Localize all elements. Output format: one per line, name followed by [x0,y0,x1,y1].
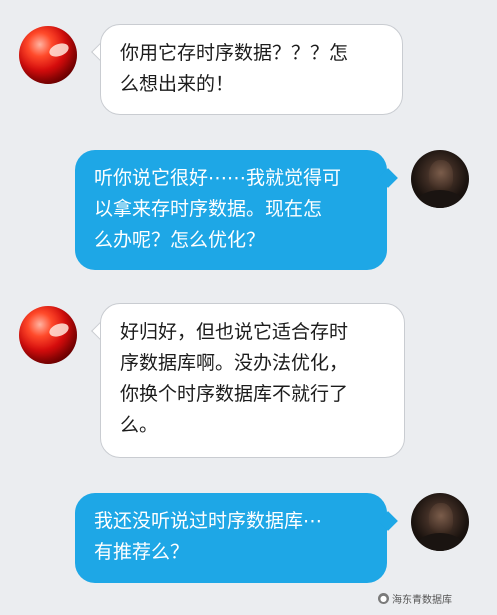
wechat-icon: ● [378,593,389,604]
message-bubble-outgoing[interactable]: 我还没听说过时序数据库⋯ 有推荐么？ [75,493,387,583]
message-text: 听你说它很好⋯⋯我就觉得可 以拿来存时序数据。现在怎 么办呢？怎么优化？ [94,167,342,251]
avatar-shine [47,320,71,340]
watermark: ● 海东青数据库 [378,591,452,606]
avatar-shoulders [417,190,463,208]
avatar-shoulders [417,533,463,551]
user-avatar[interactable] [411,493,469,551]
message-text: 我还没听说过时序数据库⋯ 有推荐么？ [94,510,323,563]
avatar-face [429,160,453,192]
message-bubble-incoming[interactable]: 好归好，但也说它适合存时 序数据库啊。没办法优化， 你换个时序数据库不就行了 么… [100,303,405,458]
watermark-text: 海东青数据库 [392,595,452,606]
message-text: 你用它存时序数据？？？怎 么想出来的！ [120,42,349,95]
message-bubble-incoming[interactable]: 你用它存时序数据？？？怎 么想出来的！ [100,24,403,115]
avatar-shine [47,40,71,60]
contact-avatar[interactable] [19,26,77,84]
user-avatar[interactable] [411,150,469,208]
contact-avatar[interactable] [19,306,77,364]
message-bubble-outgoing[interactable]: 听你说它很好⋯⋯我就觉得可 以拿来存时序数据。现在怎 么办呢？怎么优化？ [75,150,387,270]
message-text: 好归好，但也说它适合存时 序数据库啊。没办法优化， 你换个时序数据库不就行了 么… [120,321,349,436]
avatar-face [429,503,453,535]
